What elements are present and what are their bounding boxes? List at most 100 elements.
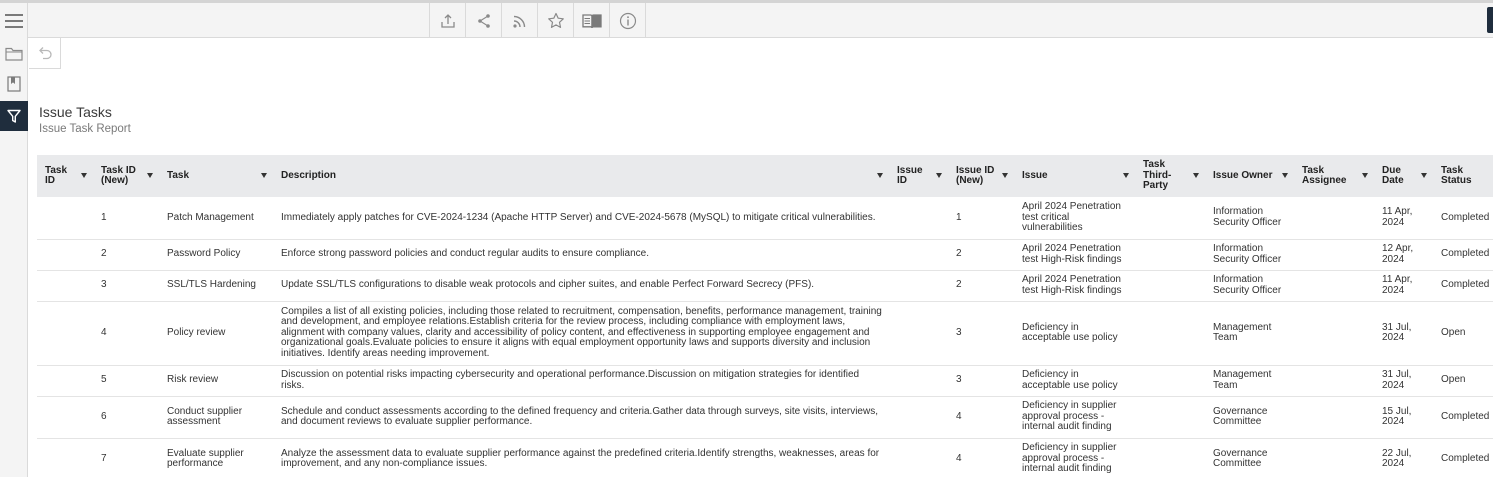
share-icon bbox=[477, 13, 490, 28]
column-header-issue-id[interactable]: Issue ID bbox=[889, 155, 948, 197]
cell-issue-id bbox=[889, 301, 948, 366]
cell-issue: Deficiency in acceptable use policy bbox=[1014, 365, 1135, 397]
cell-status: Completed bbox=[1433, 396, 1493, 439]
sort-caret-icon[interactable] bbox=[147, 173, 153, 178]
cell-description: Compiles a list of all existing policies… bbox=[273, 301, 889, 366]
table-body: 1 Patch Management Immediately apply pat… bbox=[37, 197, 1493, 477]
cell-third-party bbox=[1135, 396, 1205, 439]
cell-task-id-new: 2 bbox=[93, 239, 159, 271]
cell-description: Immediately apply patches for CVE-2024-1… bbox=[273, 197, 889, 240]
reading-view-button[interactable] bbox=[574, 3, 610, 38]
cell-task-id bbox=[37, 301, 93, 366]
sort-caret-icon[interactable] bbox=[1362, 173, 1368, 178]
rss-button[interactable] bbox=[502, 3, 538, 38]
favorite-button[interactable] bbox=[538, 3, 574, 38]
cell-issue-id-new: 3 bbox=[948, 365, 1014, 397]
column-header-task-id-new[interactable]: Task ID (New) bbox=[93, 155, 159, 197]
table-row[interactable]: 3 SSL/TLS Hardening Update SSL/TLS confi… bbox=[37, 270, 1493, 302]
cell-task-id-new: 4 bbox=[93, 301, 159, 366]
undo-icon bbox=[38, 47, 52, 60]
cell-issue-id bbox=[889, 197, 948, 240]
column-header-due-date[interactable]: Due Date bbox=[1374, 155, 1433, 197]
cell-third-party bbox=[1135, 270, 1205, 302]
left-sidebar bbox=[0, 38, 28, 477]
cell-issue-id-new: 2 bbox=[948, 239, 1014, 271]
bookmark-button[interactable] bbox=[0, 69, 28, 99]
star-icon bbox=[547, 12, 564, 28]
cell-third-party bbox=[1135, 365, 1205, 397]
column-header-issue[interactable]: Issue bbox=[1014, 155, 1135, 197]
cell-issue-owner: Information Security Officer bbox=[1205, 270, 1294, 302]
cell-task-id bbox=[37, 438, 93, 477]
share-button[interactable] bbox=[466, 3, 502, 38]
cell-task-id bbox=[37, 197, 93, 240]
cell-due-date: 15 Jul, 2024 bbox=[1374, 396, 1433, 439]
cell-issue-id-new: 4 bbox=[948, 438, 1014, 477]
cell-task-id-new: 6 bbox=[93, 396, 159, 439]
cell-third-party bbox=[1135, 197, 1205, 240]
cell-description: Analyze the assessment data to evaluate … bbox=[273, 438, 889, 477]
folder-button[interactable] bbox=[0, 38, 28, 68]
sort-caret-icon[interactable] bbox=[936, 173, 942, 178]
cell-task-id-new: 7 bbox=[93, 438, 159, 477]
sort-caret-icon[interactable] bbox=[1123, 173, 1129, 178]
cell-task-id bbox=[37, 270, 93, 302]
sort-caret-icon[interactable] bbox=[1002, 173, 1008, 178]
cell-description: Schedule and conduct assessments accordi… bbox=[273, 396, 889, 439]
cell-assignee bbox=[1294, 197, 1374, 240]
hamburger-menu-button[interactable] bbox=[0, 3, 28, 38]
column-header-issue-owner[interactable]: Issue Owner bbox=[1205, 155, 1294, 197]
cell-status: Completed bbox=[1433, 197, 1493, 240]
report-title: Issue Tasks bbox=[39, 104, 112, 120]
hamburger-icon bbox=[4, 13, 23, 28]
cell-due-date: 31 Jul, 2024 bbox=[1374, 365, 1433, 397]
export-icon bbox=[440, 13, 455, 28]
cell-issue-owner: Information Security Officer bbox=[1205, 239, 1294, 271]
table-row[interactable]: 5 Risk review Discussion on potential ri… bbox=[37, 365, 1493, 397]
column-header-task-assignee[interactable]: Task Assignee bbox=[1294, 155, 1374, 197]
cell-status: Open bbox=[1433, 365, 1493, 397]
cell-task: Risk review bbox=[159, 365, 273, 397]
column-header-task-status[interactable]: Task Status bbox=[1433, 155, 1493, 197]
filter-icon bbox=[7, 109, 21, 123]
export-button[interactable] bbox=[430, 3, 466, 38]
column-header-issue-id-new[interactable]: Issue ID (New) bbox=[948, 155, 1014, 197]
cell-task-id-new: 1 bbox=[93, 197, 159, 240]
table-row[interactable]: 1 Patch Management Immediately apply pat… bbox=[37, 197, 1493, 240]
cell-assignee bbox=[1294, 365, 1374, 397]
column-header-label: Task Status bbox=[1441, 164, 1472, 186]
sort-caret-icon[interactable] bbox=[1421, 173, 1427, 178]
info-button[interactable] bbox=[610, 3, 646, 38]
cell-issue: Deficiency in acceptable use policy bbox=[1014, 301, 1135, 366]
cell-task-id bbox=[37, 239, 93, 271]
toolbar bbox=[0, 3, 1493, 38]
cell-task: Patch Management bbox=[159, 197, 273, 240]
table-row[interactable]: 4 Policy review Compiles a list of all e… bbox=[37, 301, 1493, 366]
cell-task: Evaluate supplier performance bbox=[159, 438, 273, 477]
table-row[interactable]: 7 Evaluate supplier performance Analyze … bbox=[37, 438, 1493, 477]
cell-task-id bbox=[37, 396, 93, 439]
side-panel-tab[interactable] bbox=[1487, 7, 1493, 33]
column-header-task-third-party[interactable]: Task Third-Party bbox=[1135, 155, 1205, 197]
undo-button[interactable] bbox=[29, 38, 61, 69]
table-row[interactable]: 2 Password Policy Enforce strong passwor… bbox=[37, 239, 1493, 271]
sort-caret-icon[interactable] bbox=[1282, 173, 1288, 178]
cell-due-date: 31 Jul, 2024 bbox=[1374, 301, 1433, 366]
column-header-task[interactable]: Task bbox=[159, 155, 273, 197]
cell-issue: Deficiency in supplier approval process … bbox=[1014, 438, 1135, 477]
sort-caret-icon[interactable] bbox=[261, 173, 267, 178]
filter-button[interactable] bbox=[0, 101, 28, 131]
cell-due-date: 22 Jul, 2024 bbox=[1374, 438, 1433, 477]
cell-description: Discussion on potential risks impacting … bbox=[273, 365, 889, 397]
sort-caret-icon[interactable] bbox=[1193, 173, 1199, 178]
column-header-task-id[interactable]: Task ID bbox=[37, 155, 93, 197]
table-row[interactable]: 6 Conduct supplier assessment Schedule a… bbox=[37, 396, 1493, 439]
cell-status: Completed bbox=[1433, 239, 1493, 271]
report-subtitle: Issue Task Report bbox=[39, 123, 131, 135]
issue-tasks-table-container: Task ID Task ID (New) Task Description I… bbox=[37, 155, 1493, 477]
column-header-description[interactable]: Description bbox=[273, 155, 889, 197]
sort-caret-icon[interactable] bbox=[81, 173, 87, 178]
sort-caret-icon[interactable] bbox=[877, 173, 883, 178]
column-header-label: Description bbox=[281, 169, 337, 181]
cell-assignee bbox=[1294, 438, 1374, 477]
